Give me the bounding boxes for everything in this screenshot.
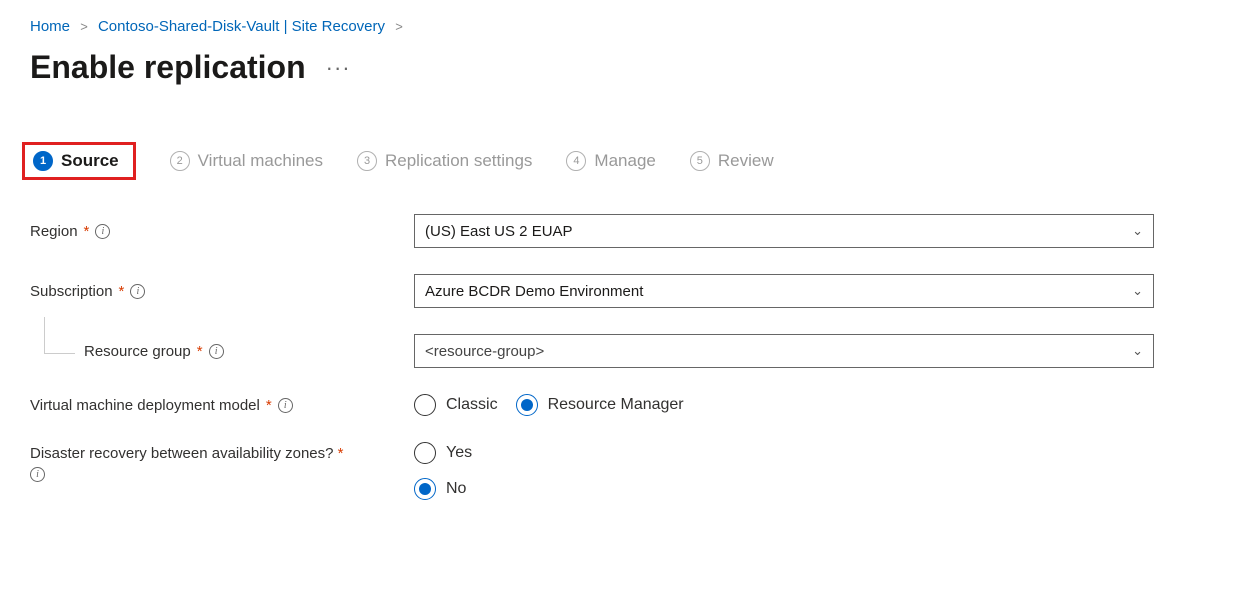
chevron-down-icon: ⌄ (1132, 343, 1143, 359)
radio-icon (414, 442, 436, 464)
step-label: Virtual machines (198, 151, 323, 171)
dropdown-value: Azure BCDR Demo Environment (425, 283, 643, 300)
required-marker: * (266, 397, 272, 414)
label-deployment-model: Virtual machine deployment model * i (30, 397, 414, 414)
step-virtual-machines[interactable]: 2 Virtual machines (170, 151, 323, 171)
page-header: Enable replication ··· (30, 49, 1225, 86)
chevron-down-icon: ⌄ (1132, 223, 1143, 239)
step-source[interactable]: 1 Source (22, 142, 136, 180)
chevron-right-icon: > (80, 19, 88, 34)
field-label: Region (30, 223, 78, 240)
step-badge: 3 (357, 151, 377, 171)
field-label: Subscription (30, 283, 113, 300)
required-marker: * (338, 445, 344, 462)
step-label: Review (718, 151, 774, 171)
row-subscription: Subscription * i Azure BCDR Demo Environ… (30, 274, 1225, 308)
radio-label: Classic (446, 396, 498, 414)
field-label: Disaster recovery between availability z… (30, 445, 333, 462)
breadcrumb-vault[interactable]: Contoso-Shared-Disk-Vault | Site Recover… (98, 18, 385, 35)
radio-label: Yes (446, 444, 472, 462)
radio-label: No (446, 480, 466, 498)
label-region: Region * i (30, 223, 414, 240)
deployment-model-radio-group: Classic Resource Manager (414, 394, 1154, 416)
step-replication-settings[interactable]: 3 Replication settings (357, 151, 532, 171)
page-title: Enable replication (30, 49, 306, 86)
radio-icon (516, 394, 538, 416)
radio-dr-no[interactable]: No (414, 478, 466, 500)
more-icon[interactable]: ··· (326, 55, 351, 81)
radio-label: Resource Manager (548, 396, 684, 414)
step-badge: 4 (566, 151, 586, 171)
label-dr-zones: Disaster recovery between availability z… (30, 442, 414, 485)
info-icon[interactable]: i (95, 224, 110, 239)
radio-resource-manager[interactable]: Resource Manager (516, 394, 684, 416)
step-label: Replication settings (385, 151, 532, 171)
breadcrumb-home[interactable]: Home (30, 18, 70, 35)
radio-icon (414, 394, 436, 416)
dropdown-value: (US) East US 2 EUAP (425, 223, 573, 240)
dropdown-value: <resource-group> (425, 343, 544, 360)
subscription-dropdown[interactable]: Azure BCDR Demo Environment ⌄ (414, 274, 1154, 308)
step-manage[interactable]: 4 Manage (566, 151, 655, 171)
label-subscription: Subscription * i (30, 283, 414, 300)
step-review[interactable]: 5 Review (690, 151, 774, 171)
chevron-down-icon: ⌄ (1132, 283, 1143, 299)
required-marker: * (197, 343, 203, 360)
step-label: Manage (594, 151, 655, 171)
info-icon[interactable]: i (278, 398, 293, 413)
step-badge: 2 (170, 151, 190, 171)
radio-icon (414, 478, 436, 500)
dr-zones-radio-group: Yes No (414, 442, 1154, 500)
step-label: Source (61, 151, 119, 171)
step-badge: 5 (690, 151, 710, 171)
radio-dr-yes[interactable]: Yes (414, 442, 472, 464)
label-resource-group: Resource group * i (30, 343, 414, 360)
required-marker: * (84, 223, 90, 240)
wizard-steps: 1 Source 2 Virtual machines 3 Replicatio… (30, 142, 1225, 180)
row-dr-zones: Disaster recovery between availability z… (30, 442, 1225, 500)
region-dropdown[interactable]: (US) East US 2 EUAP ⌄ (414, 214, 1154, 248)
field-label: Resource group (84, 343, 191, 360)
info-icon[interactable]: i (30, 467, 45, 482)
chevron-right-icon: > (395, 19, 403, 34)
required-marker: * (119, 283, 125, 300)
field-label: Virtual machine deployment model (30, 397, 260, 414)
breadcrumb: Home > Contoso-Shared-Disk-Vault | Site … (30, 18, 1225, 35)
row-region: Region * i (US) East US 2 EUAP ⌄ (30, 214, 1225, 248)
resource-group-dropdown[interactable]: <resource-group> ⌄ (414, 334, 1154, 368)
radio-classic[interactable]: Classic (414, 394, 498, 416)
step-badge: 1 (33, 151, 53, 171)
row-resource-group: Resource group * i <resource-group> ⌄ (30, 334, 1225, 368)
info-icon[interactable]: i (130, 284, 145, 299)
row-deployment-model: Virtual machine deployment model * i Cla… (30, 394, 1225, 416)
info-icon[interactable]: i (209, 344, 224, 359)
